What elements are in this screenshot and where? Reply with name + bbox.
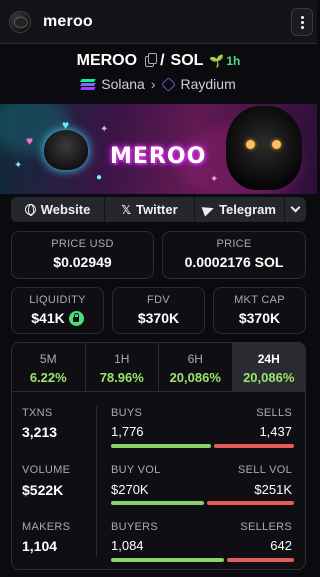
period-tabs: 5M 6.22% 1H 78.96% 6H 20,086% 24H 20,086… [11,342,306,392]
pair-age: 🌱 1h [209,54,241,68]
telegram-button[interactable]: Telegram [195,197,285,222]
website-button[interactable]: Website [11,197,105,222]
telegram-icon [201,202,216,217]
volume-label: VOLUME [22,464,71,476]
fdv-card: FDV $370K [112,287,205,334]
price-usd-card: PRICE USD $0.02949 [11,231,154,279]
volume-value: $522K [22,482,64,498]
top-bar: meroo [0,0,317,44]
sellers-bar [227,558,294,562]
dog-illustration-small [44,130,88,170]
buyers-label: BUYERS [111,521,159,533]
price-native-value: 0.0002176 SOL [184,254,284,270]
chain-breadcrumb: Solana › Raydium [0,76,317,92]
sells-value: 1,437 [259,424,292,439]
mcap-card: MKT CAP $370K [213,287,306,334]
sell-vol-label: SELL VOL [238,464,292,476]
buy-vol-bar [111,501,204,505]
makers-label: MAKERS [22,521,71,533]
solana-icon [80,78,96,90]
sell-vol-bar [207,501,294,505]
buys-label: BUYS [111,407,143,419]
buys-value: 1,776 [111,424,144,439]
chevron-right-icon: › [150,76,156,92]
liquidity-card: LIQUIDITY $41K [11,287,104,334]
tab-1h[interactable]: 1H 78.96% [85,343,159,391]
liquidity-value: $41K [31,310,65,326]
quote-token: SOL [170,52,204,69]
tab-5m[interactable]: 5M 6.22% [12,343,86,391]
seedling-icon: 🌱 [209,54,225,68]
price-native-card: PRICE 0.0002176 SOL [162,231,306,279]
sellers-label: SELLERS [240,521,292,533]
sell-vol-value: $251K [254,482,292,497]
token-banner: ♥ ♥ ✦ ✦ ● ✦ MEROO [0,104,317,194]
buy-vol-label: BUY VOL [111,464,161,476]
copy-icon[interactable] [145,52,158,67]
buys-bar [111,444,211,448]
lock-icon[interactable] [68,310,84,326]
fdv-value: $370K [137,310,180,326]
twitter-button[interactable]: 𝕏 Twitter [105,197,195,222]
token-avatar [9,10,31,33]
sells-bar [214,444,294,448]
x-logo-icon: 𝕏 [121,202,131,217]
more-links-button[interactable] [285,197,306,222]
sellers-value: 642 [270,538,292,553]
social-links: Website 𝕏 Twitter Telegram [11,197,306,222]
txns-value: 3,213 [22,424,58,440]
dex-link[interactable]: Raydium [181,76,236,92]
mcap-value: $370K [238,310,281,326]
txns-label: TXNS [22,407,53,419]
dog-illustration-large [226,106,302,190]
vertical-dots-icon [300,15,304,19]
pair-separator: / [160,52,165,69]
buyers-value: 1,084 [111,538,144,553]
divider [96,406,97,556]
buy-vol-value: $270K [111,482,149,497]
price-usd-value: $0.02949 [53,254,112,270]
stats-panel: TXNS 3,213 VOLUME $522K MAKERS 1,104 BUY… [11,392,306,570]
tab-6h[interactable]: 6H 20,086% [159,343,233,391]
base-token: MEROO [76,52,138,69]
chain-link[interactable]: Solana [101,76,145,92]
sells-label: SELLS [256,407,292,419]
pair-title: MEROO / SOL 🌱 1h [0,52,317,70]
tab-24h[interactable]: 24H 20,086% [232,343,305,391]
buyers-bar [111,558,224,562]
app-title: meroo [43,12,93,30]
raydium-icon [160,76,176,92]
makers-value: 1,104 [22,538,58,554]
banner-title: MEROO [110,144,207,169]
globe-icon [24,204,36,216]
menu-button[interactable] [291,8,313,36]
chevron-down-icon [290,202,301,213]
